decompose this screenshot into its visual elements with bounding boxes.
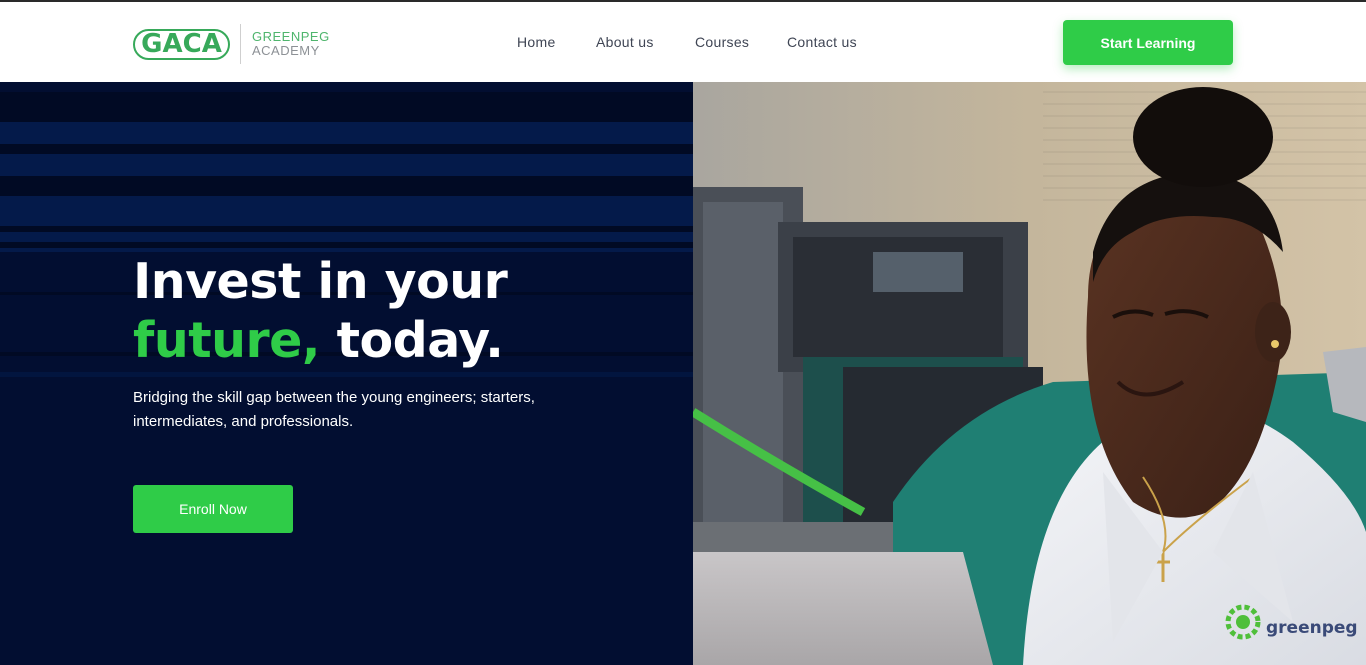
logo-divider [240,24,241,64]
background-stripe [0,144,693,154]
gaca-logo[interactable]: GACA GREENPEG ACADEMY [133,24,330,64]
hero-panel: Invest in your future, today. Bridging t… [0,82,693,665]
hero-subtext: Bridging the skill gap between the young… [133,389,535,430]
headline-rest: today. [320,312,504,369]
logo-mark: GACA [133,28,230,60]
student-at-laptop-image: greenpeg [693,82,1366,665]
nav-courses-link[interactable]: Courses [695,34,749,50]
background-stripe [0,176,693,196]
start-learning-button[interactable]: Start Learning [1063,20,1233,65]
enroll-now-button[interactable]: Enroll Now [133,485,293,533]
hero-photo: greenpeg [693,82,1366,665]
background-stripe [0,122,693,144]
logo-line-1: GREENPEG [252,29,330,44]
nav-contact-link[interactable]: Contact us [787,34,857,50]
shirt-logo-text: greenpeg [1266,618,1358,638]
background-stripe [0,372,693,377]
hero-headline: Invest in your future, today. [133,252,653,370]
site-header: GACA GREENPEG ACADEMY Home About us Cour… [0,2,1366,82]
logo-wordmark: GREENPEG ACADEMY [252,30,330,58]
headline-line-1: Invest in your [133,253,508,310]
background-stripe [0,154,693,176]
headline-highlight: future, [133,312,321,369]
background-stripe [0,196,693,226]
logo-line-2: ACADEMY [252,43,320,58]
nav-home-link[interactable]: Home [517,34,556,50]
background-stripe [0,232,693,242]
background-stripe [0,92,693,122]
nav-about-link[interactable]: About us [596,34,654,50]
